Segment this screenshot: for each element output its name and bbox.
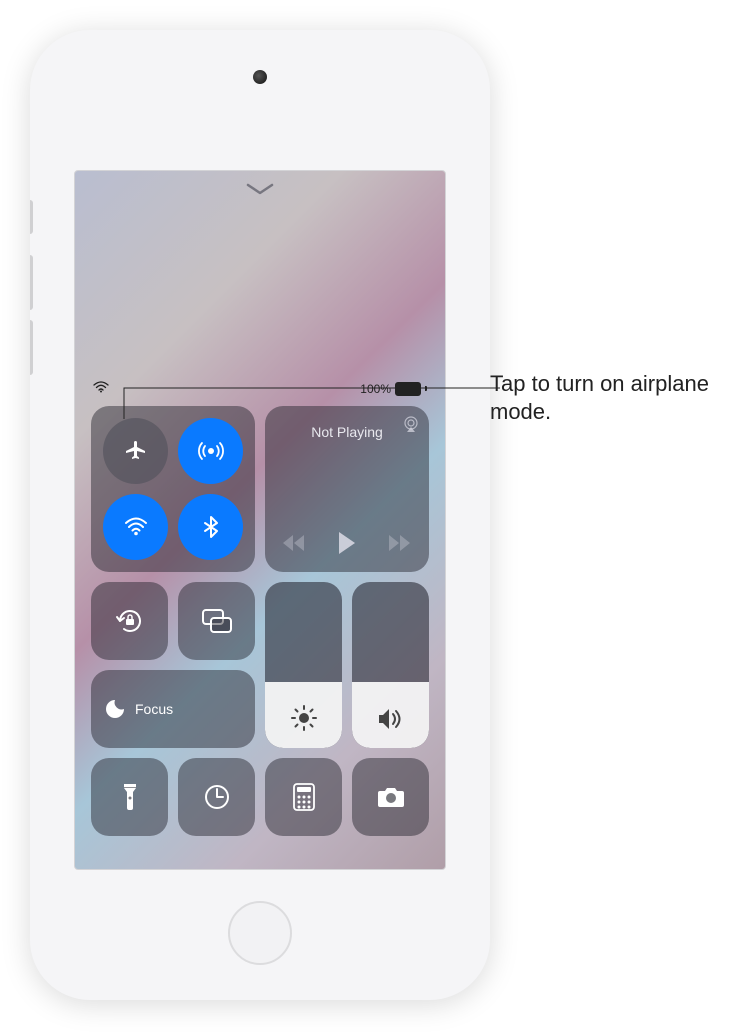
callout-text: Tap to turn on airplane mode. — [490, 370, 720, 425]
callout-leader-line — [0, 0, 734, 1032]
